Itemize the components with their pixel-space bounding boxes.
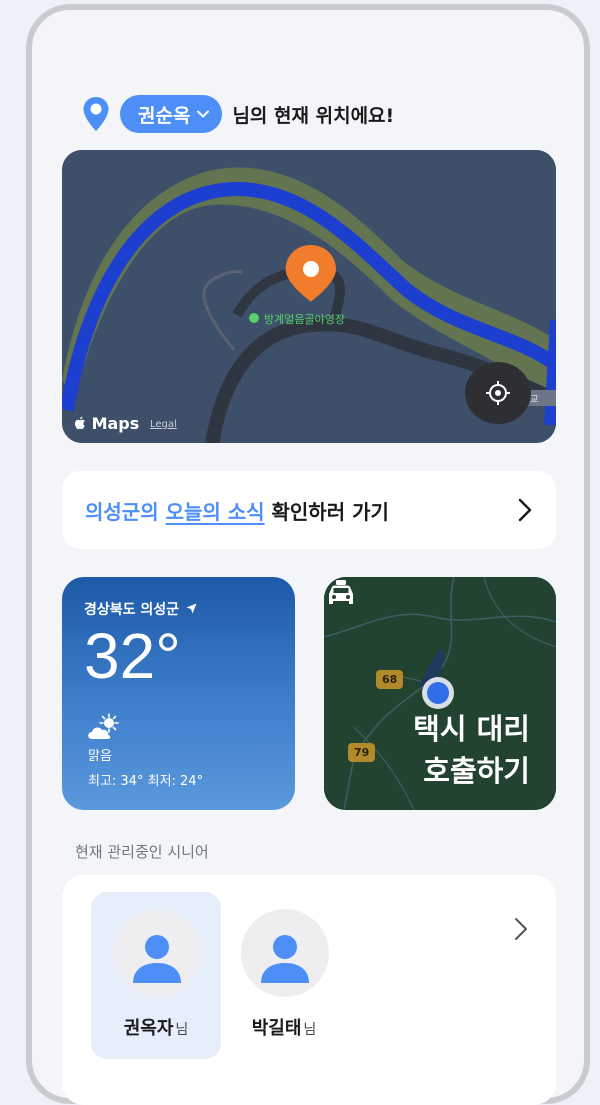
taxi-title-line2: 호출하기 <box>423 754 530 788</box>
chevron-right-icon <box>518 498 532 522</box>
person-icon <box>133 935 181 983</box>
chevron-down-icon <box>197 110 210 118</box>
seniors-card: 권옥자 님 박길태 님 <box>62 875 556 1105</box>
apple-icon <box>75 416 85 430</box>
person-icon <box>261 935 309 983</box>
senior-name-suffix: 님 <box>303 1022 317 1038</box>
news-highlight: 오늘의 소식 <box>165 499 265 524</box>
maps-logo-text: Maps <box>91 414 140 433</box>
news-prefix: 의성군의 <box>85 499 166 524</box>
weather-range: 최고: 34° 최저: 24° <box>88 774 204 789</box>
weather-card[interactable]: 경상북도 의성군 32° 맑음 최고: 34° 최저: 24° <box>62 577 295 810</box>
location-pin-icon <box>83 97 109 131</box>
senior-item[interactable]: 박길태 님 <box>219 892 349 1059</box>
senior-name: 권옥자 님 <box>91 1014 221 1040</box>
news-suffix: 확인하러 가기 <box>264 499 389 524</box>
user-name: 권순옥 <box>138 104 191 127</box>
location-header: 권순옥 님의 현재 위치에요! <box>82 95 394 133</box>
news-text: 의성군의 오늘의 소식 확인하러 가기 <box>85 496 389 525</box>
weather-region-text: 경상북도 의성군 <box>84 602 180 618</box>
road-badge-68: 68 <box>376 670 404 689</box>
taxi-title: 택시 대리 호출하기 <box>413 708 530 792</box>
avatar <box>241 909 329 997</box>
weather-temperature: 32° <box>84 620 181 692</box>
poi-marker-icon <box>249 313 259 323</box>
chevron-right-icon[interactable] <box>514 917 528 941</box>
senior-name-text: 권옥자 <box>123 1018 174 1039</box>
location-suffix: 님의 현재 위치에요! <box>232 104 395 127</box>
seniors-section-label: 현재 관리중인 시니어 <box>75 843 209 861</box>
senior-name-text: 박길태 <box>251 1018 302 1039</box>
taxi-title-line1: 택시 대리 <box>413 712 530 746</box>
crosshair-icon <box>486 381 510 405</box>
current-location-dot <box>422 677 454 709</box>
poi-label: 방계얼음골야영장 <box>264 313 345 326</box>
user-select-button[interactable]: 권순옥 <box>120 95 223 133</box>
weather-region: 경상북도 의성군 <box>84 599 197 619</box>
road-badge-79: 79 <box>348 743 376 762</box>
weather-condition: 맑음 <box>88 749 112 764</box>
legal-link[interactable]: Legal <box>150 419 177 430</box>
senior-name: 박길태 님 <box>219 1014 349 1040</box>
maps-logo: Maps <box>74 414 139 433</box>
senior-item[interactable]: 권옥자 님 <box>91 892 221 1059</box>
news-card[interactable]: 의성군의 오늘의 소식 확인하러 가기 <box>62 471 556 549</box>
avatar <box>113 909 201 997</box>
partly-sunny-icon <box>88 713 119 739</box>
taxi-car-icon <box>329 580 353 604</box>
location-arrow-icon <box>186 603 197 614</box>
taxi-call-card[interactable]: 68 79 택시 대리 호출하기 <box>324 577 556 810</box>
locate-me-button[interactable] <box>465 362 531 424</box>
senior-name-suffix: 님 <box>175 1022 189 1038</box>
